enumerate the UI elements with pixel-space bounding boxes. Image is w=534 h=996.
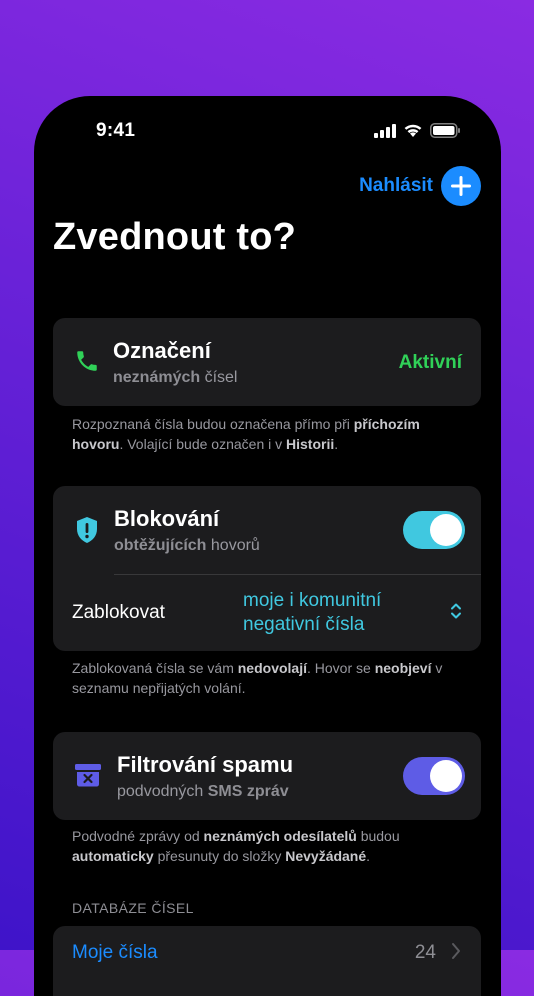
phone-icon [74,348,100,379]
my-numbers-label: Moje čísla [72,942,158,963]
status-bar: 9:41 [34,96,501,166]
spam-box-icon [74,762,102,793]
blocking-note: Zablokovaná čísla se vám nedovolají. Hov… [72,660,443,696]
blocking-title: Blokování [114,506,220,531]
wifi-icon [403,123,423,143]
block-mode-row[interactable]: Zablokovat moje i komunitní negativní čí… [53,575,481,651]
chevron-right-icon [451,942,461,965]
my-numbers-row[interactable]: Moje čísla 24 [53,926,481,996]
toggle-knob [430,760,462,792]
block-mode-label: Zablokovat [72,602,165,623]
status-icons [374,123,461,143]
shield-icon [75,516,99,549]
labeling-note: Rozpoznaná čísla budou označena přímo př… [72,416,420,452]
phone-screen: 9:41 Nahlásit Zvednout to? Označení nezn… [34,96,501,996]
section-header-database: DATABÁZE ČÍSEL [72,900,194,916]
my-numbers-count: 24 [414,942,436,963]
plus-icon[interactable] [441,166,481,206]
labeling-title: Označení [113,338,211,363]
labeling-status: Aktivní [398,352,462,373]
blocking-card: Blokování obtěžujících hovorů Zablokovat… [53,486,481,651]
page-title: Zvednout to? [53,216,297,258]
cellular-signal-icon [374,123,396,143]
spam-subtitle: podvodných SMS zpráv [117,783,289,800]
labeling-subtitle: neznámých čísel [113,369,238,386]
report-label: Nahlásit [359,175,433,196]
spam-toggle[interactable] [403,757,465,795]
status-time: 9:41 [96,120,136,141]
chevron-up-down-icon [450,602,462,625]
spam-note: Podvodné zprávy od neznámých odesílatelů… [72,828,400,864]
blocking-subtitle: obtěžujících hovorů [114,537,260,554]
block-mode-value[interactable]: moje i komunitní negativní čísla [243,589,381,637]
toggle-knob [430,514,462,546]
battery-icon [430,123,461,143]
blocking-toggle[interactable] [403,511,465,549]
spam-card: Filtrování spamu podvodných SMS zpráv [53,732,481,820]
report-button[interactable]: Nahlásit [359,166,481,206]
spam-title: Filtrování spamu [117,752,294,777]
labeling-card[interactable]: Označení neznámých čísel Aktivní [53,318,481,406]
